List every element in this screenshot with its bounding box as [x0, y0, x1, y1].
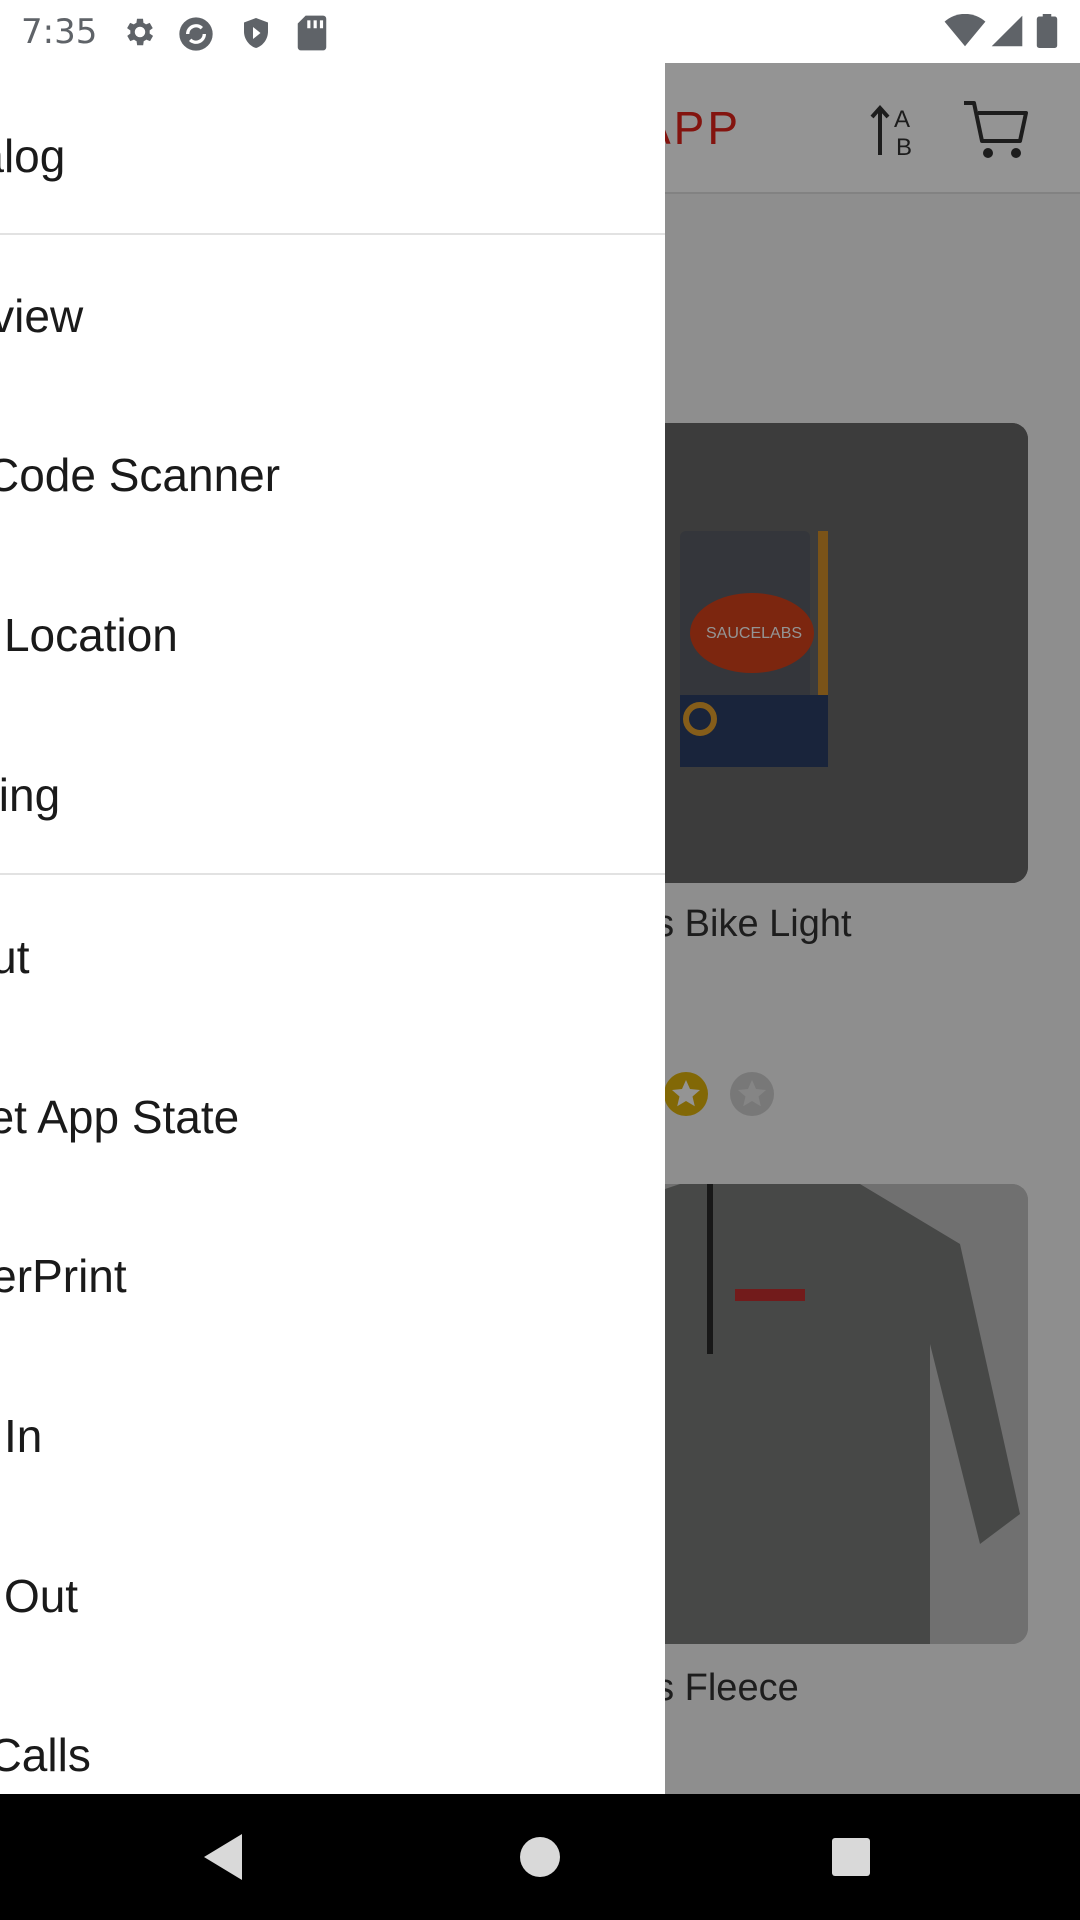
menu-item-geo-location[interactable]: eo Location	[0, 575, 665, 695]
menu-item-label: og In	[0, 1410, 43, 1462]
menu-item-label: eset App State	[0, 1091, 240, 1143]
menu-item-label: pi Calls	[0, 1729, 91, 1781]
navigation-drawer: atalog ebview R Code Scanner eo Location…	[0, 63, 665, 1794]
menu-item-webview[interactable]: ebview	[0, 256, 665, 376]
system-navigation-bar	[0, 1794, 1080, 1920]
menu-item-drawing[interactable]: awing	[0, 735, 665, 855]
wifi-icon	[944, 14, 986, 47]
menu-item-log-out[interactable]: og Out	[0, 1536, 665, 1656]
menu-item-label: bout	[0, 931, 30, 983]
battery-icon	[1036, 14, 1058, 48]
menu-item-fingerprint[interactable]: ngerPrint	[0, 1216, 665, 1336]
menu-item-reset-app-state[interactable]: eset App State	[0, 1057, 665, 1177]
menu-item-label: og Out	[0, 1570, 79, 1622]
status-bar: 7:35	[0, 0, 1080, 63]
menu-item-about[interactable]: bout	[0, 897, 665, 1017]
sd-card-icon	[297, 15, 327, 51]
recents-icon[interactable]	[822, 1828, 880, 1886]
menu-item-label: eo Location	[0, 609, 178, 661]
signal-icon	[991, 15, 1023, 47]
menu-item-label: ngerPrint	[0, 1250, 127, 1302]
status-time: 7:35	[21, 12, 98, 52]
menu-item-qr-code-scanner[interactable]: R Code Scanner	[0, 415, 665, 535]
home-icon[interactable]	[511, 1828, 569, 1886]
back-icon[interactable]	[196, 1828, 254, 1886]
sync-icon	[179, 17, 213, 51]
menu-item-label: atalog	[0, 130, 66, 182]
menu-item-catalog[interactable]: atalog	[0, 96, 665, 216]
menu-item-label: awing	[0, 769, 61, 821]
menu-item-api-calls[interactable]: pi Calls	[0, 1695, 665, 1794]
settings-icon	[127, 18, 154, 46]
menu-item-label: R Code Scanner	[0, 449, 281, 501]
divider	[0, 873, 665, 875]
menu-item-log-in[interactable]: og In	[0, 1376, 665, 1496]
menu-item-label: ebview	[0, 290, 84, 342]
shield-play-icon	[244, 18, 268, 48]
divider	[0, 233, 665, 235]
